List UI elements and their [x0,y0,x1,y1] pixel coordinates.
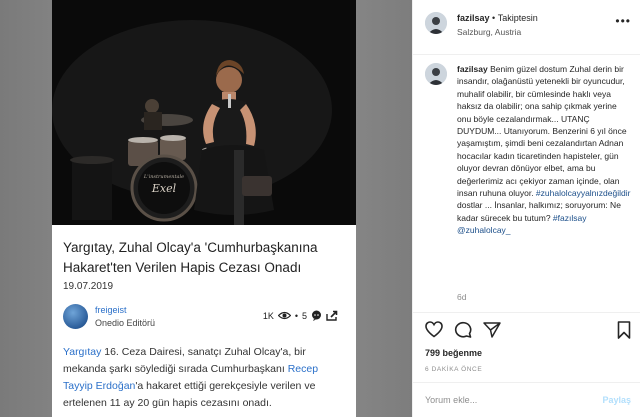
send-icon[interactable] [483,321,501,343]
caption-hashtag-2[interactable]: #fazılsay [553,213,587,223]
caption-hashtag-1[interactable]: #zuhalolcayyalnızdeğildir [536,188,631,198]
post-timestamp: 6 DAKİKA ÖNCE [425,366,483,373]
comment-icon[interactable] [454,321,472,343]
post-location[interactable]: Salzburg, Austria [457,27,521,37]
post-actions [413,312,640,353]
views-count: 1K [262,310,274,321]
caption-username[interactable]: fazilsay [457,64,488,74]
drum-sub-label: L'instrumentale [143,174,184,180]
share-icon[interactable] [326,310,338,321]
caption-time: 6d [457,292,467,302]
article-date: 19.07.2019 [63,281,114,292]
article-headline[interactable]: Yargıtay, Zuhal Olcay'a 'Cumhurbaşkanına… [63,238,348,278]
article-screenshot: Exel L'instrumentale Yargıtay, Zuhal Olc… [0,0,412,417]
stats-separator: • [294,310,298,321]
post-header: fazilsay • Takiptesin Salzburg, Austria … [413,0,640,55]
post-username-row: fazilsay • Takiptesin [457,13,538,23]
eye-icon [277,311,291,320]
more-icon[interactable]: ••• [615,14,631,28]
comment-bubble-icon[interactable] [311,310,322,321]
post-caption: fazilsay Benim güzel dostum Zuhal derin … [457,63,633,237]
caption-text: Benim güzel dostum Zuhal derin bir insan… [457,64,627,199]
follow-status[interactable]: Takiptesin [498,13,538,23]
post-comment-button[interactable]: Paylaş [602,395,631,405]
caption-mention[interactable]: @zuhalolcay_ [457,225,511,235]
comment-box: Yorum ekle... Paylaş [413,382,640,418]
bookmark-icon[interactable] [617,321,631,344]
news-card: Exel L'instrumentale Yargıtay, Zuhal Olc… [52,0,356,417]
article-photo: Exel L'instrumentale [52,0,356,225]
author-block: freigeist Onedio Editörü 1K • 5 [63,302,348,330]
post-username[interactable]: fazilsay [457,13,490,23]
caption-avatar[interactable] [425,63,447,85]
likes-count[interactable]: 799 beğenme [425,348,482,358]
heart-icon[interactable] [425,321,443,343]
drum-brand-label: Exel [151,182,177,195]
instagram-post-panel: fazilsay • Takiptesin Salzburg, Austria … [412,0,640,417]
comments-count: 5 [301,310,307,321]
author-name[interactable]: freigeist [95,305,127,315]
article-body: Yargıtay 16. Ceza Dairesi, sanatçı Zuhal… [63,344,349,412]
article-stats: 1K • 5 [263,310,338,321]
body-link-yargitay[interactable]: Yargıtay [63,346,101,358]
author-role: Onedio Editörü [95,318,156,328]
concert-photo: Exel L'instrumentale [52,0,356,225]
author-avatar[interactable] [63,304,88,329]
profile-avatar[interactable] [425,12,447,34]
comment-input[interactable]: Yorum ekle... [425,395,477,405]
caption-text-2: dostlar ... İnsanlar, halkımız; soruyoru… [457,200,621,223]
header-separator: • [492,13,496,23]
